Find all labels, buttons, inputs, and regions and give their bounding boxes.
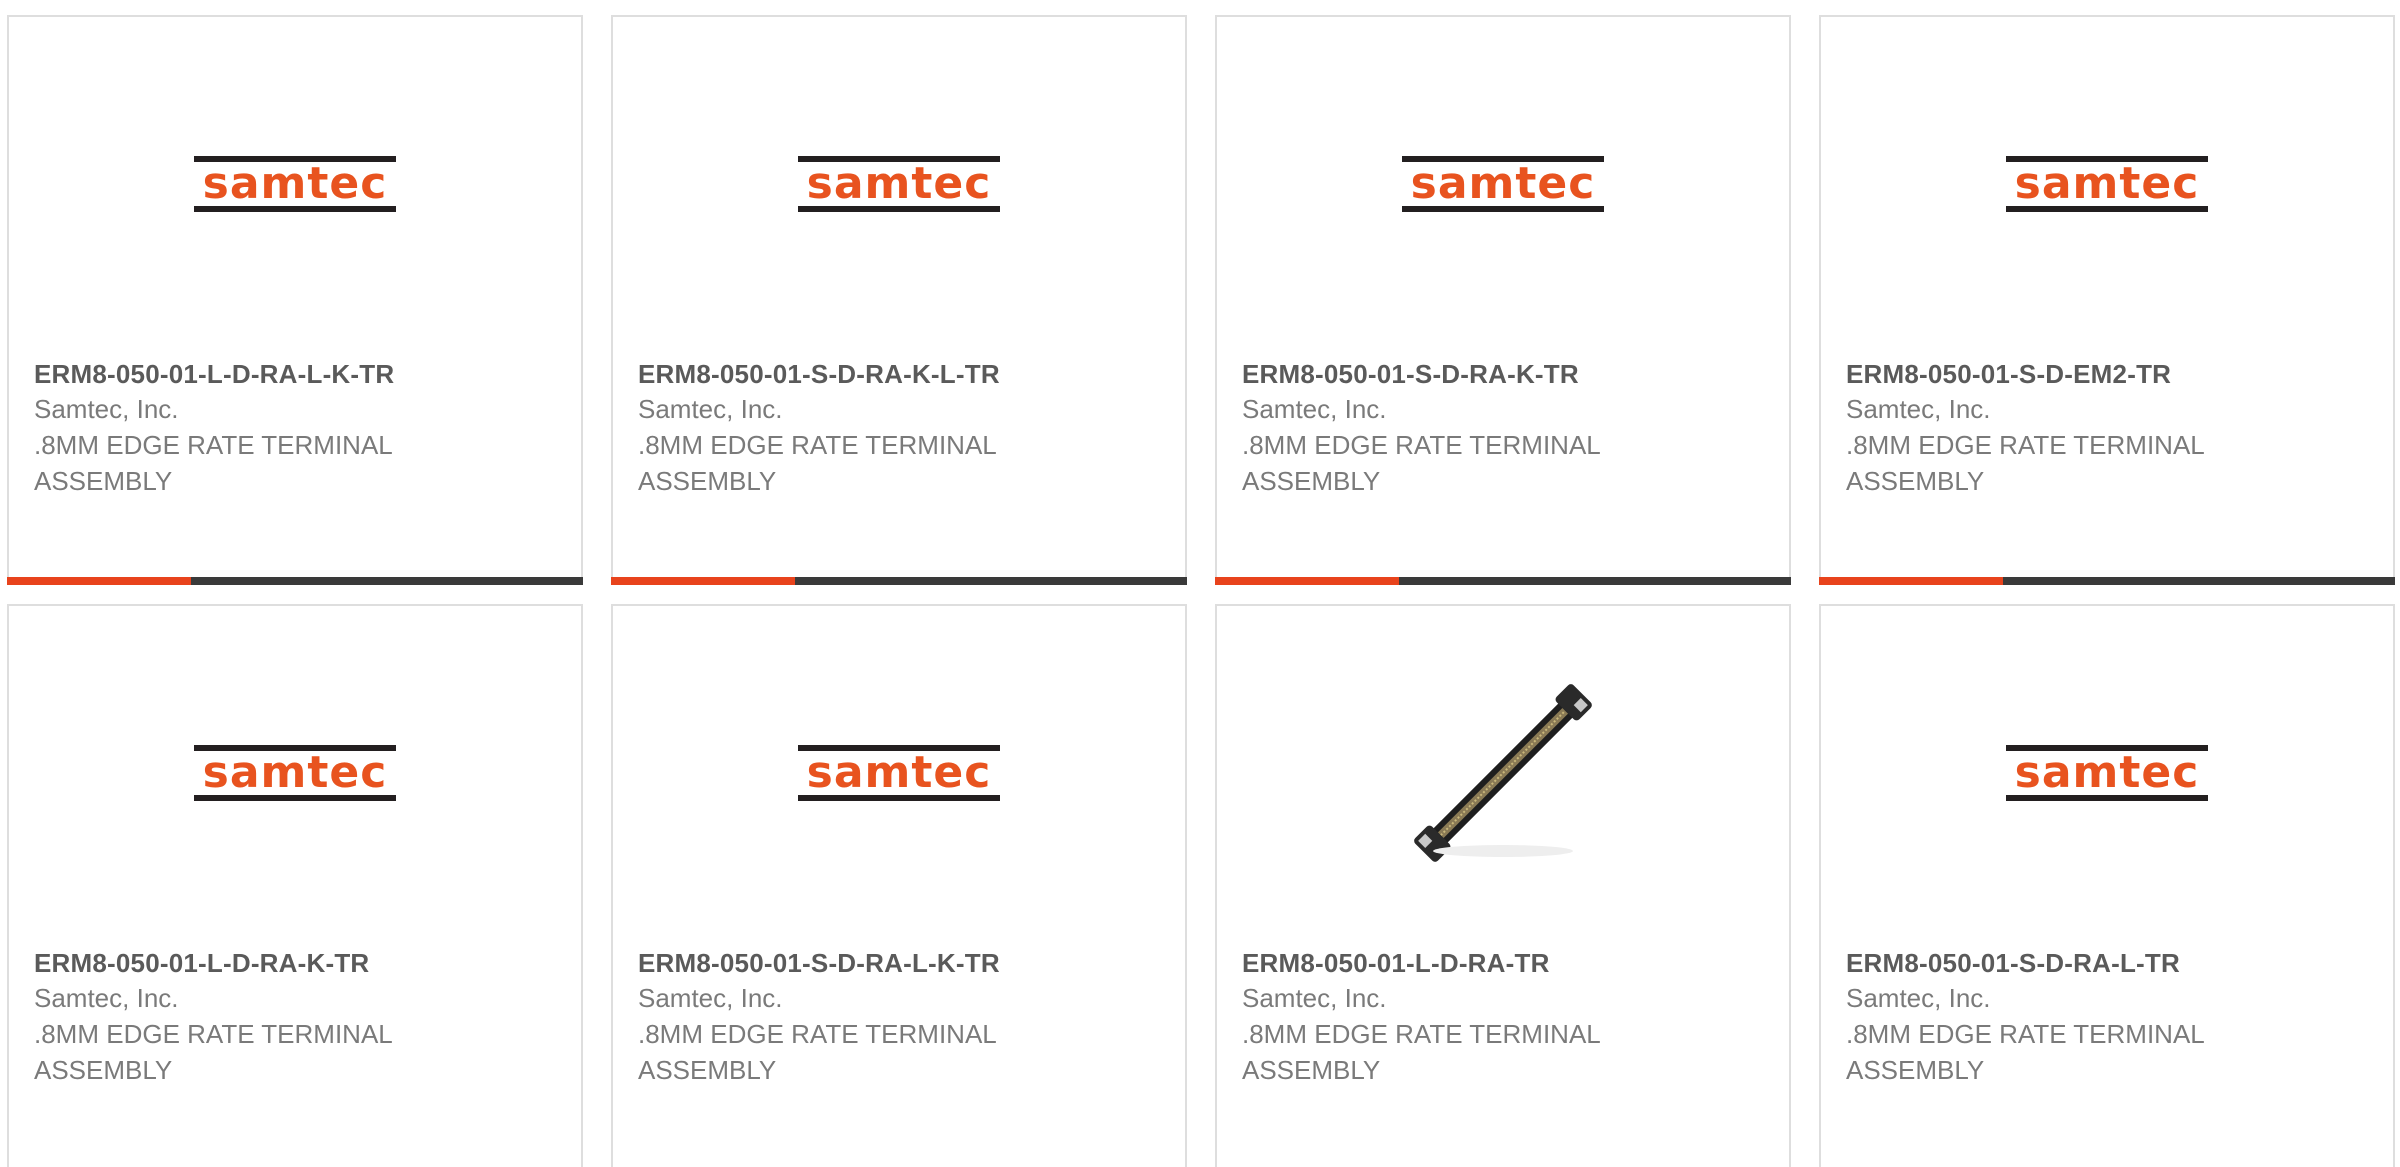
description: .8MM EDGE RATE TERMINAL ASSEMBLY [638, 430, 996, 496]
product-card[interactable]: samtec ERM8-050-01-S-D-RA-K-L-TR Samtec,… [611, 15, 1187, 585]
product-image[interactable]: samtec [1821, 668, 2393, 878]
product-grid: samtec ERM8-050-01-L-D-RA-L-K-TR Samtec,… [0, 0, 2400, 1167]
product-image[interactable]: samtec [613, 79, 1185, 289]
manufacturer: Samtec, Inc. [34, 983, 179, 1013]
description: .8MM EDGE RATE TERMINAL ASSEMBLY [638, 1019, 996, 1085]
manufacturer: Samtec, Inc. [1846, 394, 1991, 424]
part-number[interactable]: ERM8-050-01-S-D-RA-L-TR [1846, 946, 2373, 980]
product-card[interactable]: ERM8-050-01-L-D-RA-TR Samtec, Inc. .8MM … [1215, 604, 1791, 1167]
manufacturer: Samtec, Inc. [638, 983, 783, 1013]
samtec-logo: samtec [798, 745, 1000, 801]
samtec-logo: samtec [2006, 156, 2208, 212]
samtec-logo: samtec [1402, 156, 1604, 212]
manufacturer: Samtec, Inc. [1242, 983, 1387, 1013]
samtec-logo: samtec [194, 745, 396, 801]
accent-bar [1215, 577, 1791, 585]
part-number[interactable]: ERM8-050-01-S-D-RA-K-TR [1242, 357, 1769, 391]
product-image[interactable]: samtec [1821, 79, 2393, 289]
description: .8MM EDGE RATE TERMINAL ASSEMBLY [1846, 430, 2204, 496]
part-number[interactable]: ERM8-050-01-S-D-RA-K-L-TR [638, 357, 1165, 391]
part-number[interactable]: ERM8-050-01-L-D-RA-K-TR [34, 946, 561, 980]
product-card[interactable]: samtec ERM8-050-01-S-D-RA-L-K-TR Samtec,… [611, 604, 1187, 1167]
connector-photo [1403, 673, 1603, 873]
description: .8MM EDGE RATE TERMINAL ASSEMBLY [34, 430, 392, 496]
part-number[interactable]: ERM8-050-01-L-D-RA-TR [1242, 946, 1769, 980]
description: .8MM EDGE RATE TERMINAL ASSEMBLY [1242, 430, 1600, 496]
product-image[interactable] [1217, 668, 1789, 878]
accent-bar [1819, 577, 2395, 585]
part-number[interactable]: ERM8-050-01-L-D-RA-L-K-TR [34, 357, 561, 391]
samtec-logo: samtec [798, 156, 1000, 212]
accent-bar [611, 577, 1187, 585]
product-image[interactable]: samtec [1217, 79, 1789, 289]
accent-bar [7, 577, 583, 585]
product-image[interactable]: samtec [9, 79, 581, 289]
product-image[interactable]: samtec [613, 668, 1185, 878]
description: .8MM EDGE RATE TERMINAL ASSEMBLY [1846, 1019, 2204, 1085]
part-number[interactable]: ERM8-050-01-S-D-EM2-TR [1846, 357, 2373, 391]
product-card[interactable]: samtec ERM8-050-01-L-D-RA-L-K-TR Samtec,… [7, 15, 583, 585]
description: .8MM EDGE RATE TERMINAL ASSEMBLY [1242, 1019, 1600, 1085]
product-image[interactable]: samtec [9, 668, 581, 878]
samtec-logo: samtec [194, 156, 396, 212]
product-card[interactable]: samtec ERM8-050-01-S-D-RA-K-TR Samtec, I… [1215, 15, 1791, 585]
manufacturer: Samtec, Inc. [638, 394, 783, 424]
manufacturer: Samtec, Inc. [1846, 983, 1991, 1013]
part-number[interactable]: ERM8-050-01-S-D-RA-L-K-TR [638, 946, 1165, 980]
product-card[interactable]: samtec ERM8-050-01-S-D-RA-L-TR Samtec, I… [1819, 604, 2395, 1167]
samtec-logo: samtec [2006, 745, 2208, 801]
product-card[interactable]: samtec ERM8-050-01-L-D-RA-K-TR Samtec, I… [7, 604, 583, 1167]
manufacturer: Samtec, Inc. [34, 394, 179, 424]
manufacturer: Samtec, Inc. [1242, 394, 1387, 424]
product-card[interactable]: samtec ERM8-050-01-S-D-EM2-TR Samtec, In… [1819, 15, 2395, 585]
description: .8MM EDGE RATE TERMINAL ASSEMBLY [34, 1019, 392, 1085]
